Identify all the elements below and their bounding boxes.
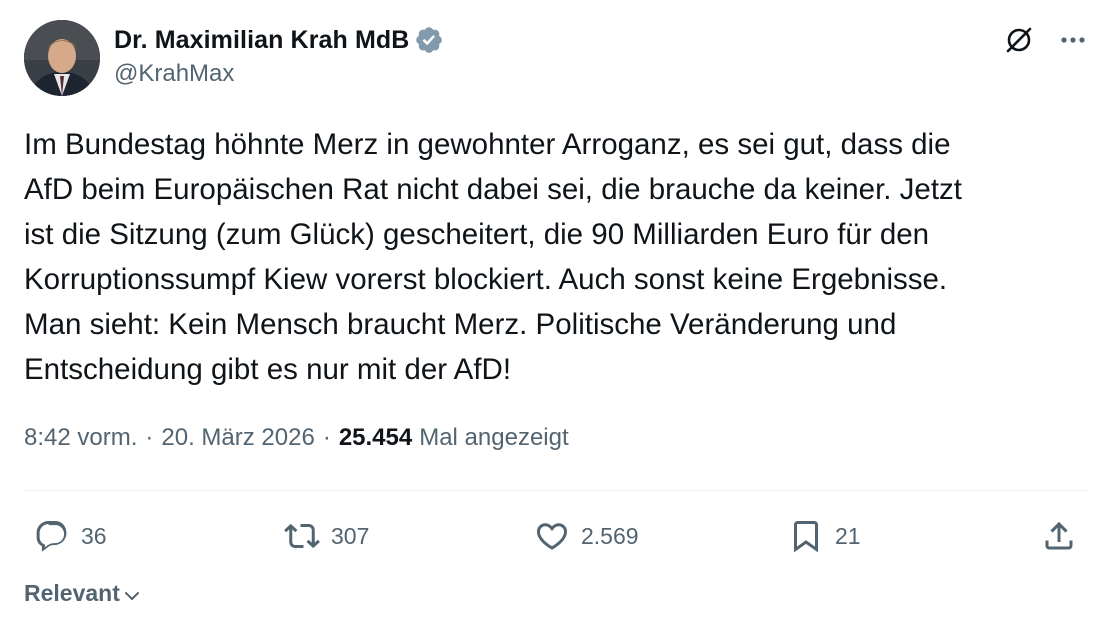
verified-badge-icon[interactable] bbox=[414, 25, 444, 55]
meta-separator: · bbox=[145, 424, 154, 451]
sort-label: Relevant bbox=[24, 580, 120, 606]
tweet-time[interactable]: 8:42 vorm. bbox=[24, 424, 137, 452]
bookmark-button[interactable]: 21 bbox=[788, 512, 861, 560]
tweet-metadata: 8:42 vorm. · 20. März 2026 · 25.454 Mal … bbox=[24, 424, 569, 452]
avatar[interactable] bbox=[24, 20, 100, 96]
more-icon[interactable] bbox=[1057, 24, 1089, 56]
reply-count: 36 bbox=[81, 522, 107, 549]
grok-icon[interactable] bbox=[1003, 24, 1035, 56]
tweet-date[interactable]: 20. März 2026 bbox=[161, 424, 314, 452]
header-actions bbox=[1003, 24, 1089, 56]
sort-replies-dropdown[interactable]: Relevant bbox=[24, 580, 142, 607]
share-button[interactable] bbox=[1041, 512, 1077, 560]
action-bar: 36 307 2.569 21 bbox=[24, 512, 1089, 560]
retweet-icon bbox=[284, 523, 320, 549]
meta-separator: · bbox=[322, 424, 331, 451]
chevron-down-icon bbox=[124, 591, 139, 600]
share-icon bbox=[1045, 521, 1073, 550]
retweet-count: 307 bbox=[331, 522, 370, 549]
retweet-button[interactable]: 307 bbox=[284, 512, 369, 560]
bookmark-icon bbox=[794, 521, 818, 553]
tweet-card: Dr. Maximilian Krah MdB @KrahMax Im Bund… bbox=[0, 0, 1113, 626]
reply-icon bbox=[36, 521, 67, 552]
display-name[interactable]: Dr. Maximilian Krah MdB bbox=[114, 26, 409, 55]
bookmark-count: 21 bbox=[835, 522, 861, 549]
views-label: Mal angezeigt bbox=[419, 424, 569, 451]
like-button[interactable]: 2.569 bbox=[534, 512, 639, 560]
divider bbox=[24, 490, 1089, 491]
tweet-text: Im Bundestag höhnte Merz in gewohnter Ar… bbox=[24, 128, 962, 386]
like-count: 2.569 bbox=[581, 522, 639, 549]
user-handle[interactable]: @KrahMax bbox=[114, 60, 444, 88]
author-block: Dr. Maximilian Krah MdB @KrahMax bbox=[114, 22, 444, 88]
views-count[interactable]: 25.454 bbox=[339, 424, 412, 452]
heart-icon bbox=[536, 523, 568, 550]
reply-button[interactable]: 36 bbox=[34, 512, 107, 560]
